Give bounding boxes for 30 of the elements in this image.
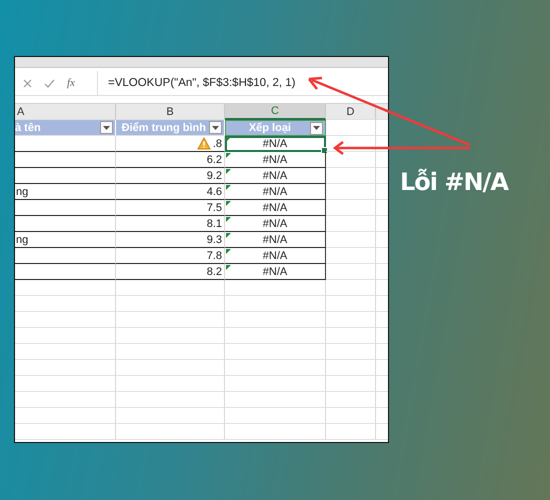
table-cell[interactable]: #N/A xyxy=(225,168,326,184)
table-cell: ng xyxy=(15,232,116,248)
callout-label: Lỗi #N/A xyxy=(400,168,508,196)
column-header[interactable]: D xyxy=(326,104,376,120)
table-cell: ng xyxy=(15,184,116,200)
table-cell: 8.2 xyxy=(116,264,225,280)
header-label: Điểm trung bình xyxy=(122,122,206,134)
table-cell[interactable]: #N/A xyxy=(225,264,326,280)
table-cell[interactable]: #N/A xyxy=(225,248,326,264)
table-cell: 4.6 xyxy=(116,184,225,200)
header-label: à tên xyxy=(15,122,41,134)
table-cell[interactable]: #N/A xyxy=(225,136,326,152)
column-header[interactable]: A xyxy=(15,104,116,120)
table-cell: 8.1 xyxy=(116,216,225,232)
table-cell[interactable]: #N/A xyxy=(225,216,326,232)
table-cell: 7.8 xyxy=(116,248,225,264)
table-cell[interactable]: #N/A xyxy=(225,232,326,248)
table-cell: 7.5 xyxy=(116,200,225,216)
table-cell: 9.2 xyxy=(116,168,225,184)
header-label: Xếp loại xyxy=(248,122,291,134)
table-cell[interactable]: #N/A xyxy=(225,184,326,200)
column-header[interactable]: C xyxy=(225,104,326,120)
table-cell[interactable]: #N/A xyxy=(225,152,326,168)
formula-field[interactable]: =VLOOKUP("An", $F$3:$H$10, 2, 1) xyxy=(98,77,296,89)
table-cell[interactable]: #N/A xyxy=(225,200,326,216)
table-cell: 6.2 xyxy=(116,152,225,168)
table-cell: .8 xyxy=(116,136,225,152)
column-header[interactable]: B xyxy=(116,104,225,120)
table-cell: 9.3 xyxy=(116,232,225,248)
function-button[interactable]: fx xyxy=(67,77,75,89)
